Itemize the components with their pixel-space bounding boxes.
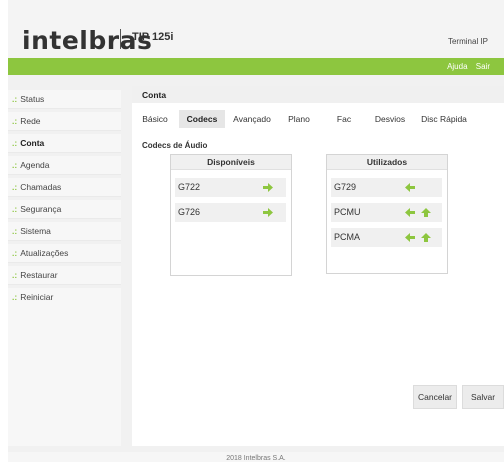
cancel-button[interactable]: Cancelar [413,385,457,409]
top-links: Ajuda Sair [441,62,490,71]
sidebar-item-rede[interactable]: .: Rede [8,112,121,131]
bullet-icon: .: [12,204,18,214]
logo-divider [120,29,121,49]
used-header: Utilizados [327,155,447,170]
bullet-icon: .: [12,182,18,192]
bullet-icon: .: [12,248,18,258]
codec-name: PCMA [334,232,361,242]
arrow-left-icon[interactable] [405,183,415,192]
tab-disc-rapida[interactable]: Disc Rápida [416,110,472,128]
bullet-icon: .: [12,160,18,170]
sidebar-item-label: Chamadas [20,182,62,192]
sidebar-item-atualizacoes[interactable]: .: Atualizações [8,244,121,263]
bullet-icon: .: [12,270,18,280]
footer: 2018 Intelbras S.A. [8,452,504,462]
sidebar-item-label: Rede [20,116,41,126]
device-label: Terminal IP [447,37,488,46]
header: intelbras TIP 125i Terminal IP [8,0,504,58]
sidebar-item-label: Conta [20,138,45,148]
codec-row-pcmu[interactable]: PCMU [331,203,442,222]
logout-link[interactable]: Sair [476,62,490,71]
tab-plano[interactable]: Plano [282,110,316,128]
codec-row-g722[interactable]: G722 [175,178,286,197]
sidebar-item-restaurar[interactable]: .: Restaurar [8,266,121,285]
tab-avancado[interactable]: Avançado [228,110,276,128]
arrow-up-icon[interactable] [421,233,431,242]
sidebar-item-label: Sistema [20,226,51,236]
used-codecs-box: Utilizados G729 PCMU PCMA [326,154,448,274]
bullet-icon: .: [12,226,18,236]
help-link[interactable]: Ajuda [447,62,467,71]
panel-titlebar: Conta [132,86,504,103]
tab-desvios[interactable]: Desvios [370,110,410,128]
sidebar-item-label: Segurança [20,204,62,214]
sidebar-item-label: Agenda [20,160,50,170]
arrow-right-icon[interactable] [263,208,273,217]
tab-basico[interactable]: Básico [136,110,174,128]
sidebar-item-chamadas[interactable]: .: Chamadas [8,178,121,197]
available-header: Disponíveis [171,155,291,170]
codec-name: PCMU [334,207,361,217]
bullet-icon: .: [12,138,18,148]
main-panel: Conta Básico Codecs Avançado Plano Fac D… [132,86,504,446]
page-title: Conta [142,90,167,100]
sidebar-item-label: Status [20,94,45,104]
available-codecs-box: Disponíveis G722 G726 [170,154,292,276]
sidebar-filler [8,301,121,446]
save-button[interactable]: Salvar [462,385,504,409]
bullet-icon: .: [12,116,18,126]
arrow-right-icon[interactable] [263,183,273,192]
device-model: TIP 125i [132,31,174,43]
codec-name: G726 [178,207,201,217]
arrow-left-icon[interactable] [405,233,415,242]
codec-row-g729[interactable]: G729 [331,178,442,197]
tab-fac[interactable]: Fac [332,110,356,128]
sidebar-item-sistema[interactable]: .: Sistema [8,222,121,241]
sidebar-item-seguranca[interactable]: .: Segurança [8,200,121,219]
arrow-up-icon[interactable] [421,208,431,217]
sidebar-item-agenda[interactable]: .: Agenda [8,156,121,175]
tab-codecs[interactable]: Codecs [179,110,225,128]
codec-name: G722 [178,182,201,192]
bullet-icon: .: [12,94,18,104]
sidebar-item-label: Restaurar [20,270,58,280]
sidebar-menu: .: Status .: Rede .: Conta .: Agenda .: Chama… [8,90,121,310]
codec-row-pcma[interactable]: PCMA [331,228,442,247]
top-bar [8,58,504,75]
sidebar-item-status[interactable]: .: Status [8,90,121,109]
codec-row-g726[interactable]: G726 [175,203,286,222]
codec-name: G729 [334,182,357,192]
section-title: Codecs de Áudio [142,141,208,150]
sidebar-item-label: Atualizações [20,248,69,258]
sidebar-item-conta[interactable]: .: Conta [8,134,121,153]
arrow-left-icon[interactable] [405,208,415,217]
